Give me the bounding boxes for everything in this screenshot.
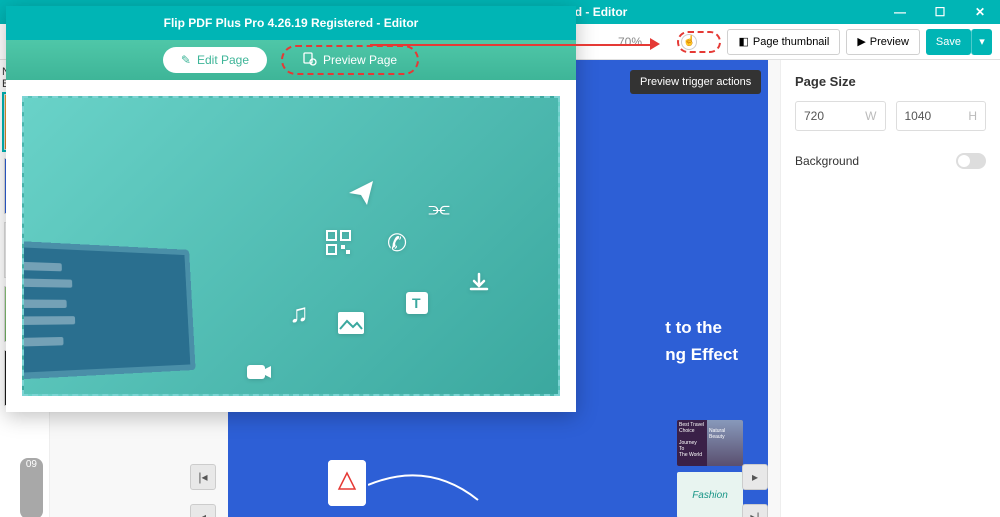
tab-preview-page[interactable]: Preview Page bbox=[281, 45, 419, 75]
width-unit: W bbox=[865, 109, 876, 123]
page-height-input[interactable]: 1040 H bbox=[896, 101, 987, 131]
laptop-illustration bbox=[22, 244, 264, 396]
fashion-label: Fashion bbox=[692, 490, 728, 501]
last-page-button[interactable]: ▸| bbox=[742, 504, 768, 517]
preview-popup: Flip PDF Plus Pro 4.26.19 Registered - E… bbox=[6, 6, 576, 412]
page-heading: t to the ng Effect bbox=[665, 314, 738, 368]
image-icon bbox=[336, 308, 366, 338]
save-dropdown[interactable]: ▾ bbox=[971, 29, 992, 55]
heading-line-1: t to the bbox=[665, 314, 738, 341]
preview-button[interactable]: ▶ Preview bbox=[846, 29, 920, 55]
sample-book-cover-2: Fashion bbox=[677, 472, 743, 517]
preview-label: Preview bbox=[870, 36, 909, 48]
page-thumbnail-button[interactable]: ◧ Page thumbnail bbox=[727, 29, 840, 55]
edit-icon: ✎ bbox=[181, 53, 191, 67]
background-label: Background bbox=[795, 154, 859, 168]
qrcode-icon bbox=[324, 228, 354, 258]
annotation-arrow-head bbox=[650, 38, 660, 50]
page-width-input[interactable]: 720 W bbox=[795, 101, 886, 131]
save-label: Save bbox=[936, 36, 961, 48]
edit-tab-label: Edit Page bbox=[197, 53, 249, 67]
text-icon: T bbox=[402, 288, 432, 318]
page-thumbnail-label: Page thumbnail bbox=[753, 36, 829, 48]
annotation-arrow-line bbox=[370, 44, 655, 46]
maximize-button[interactable]: ☐ bbox=[920, 0, 960, 24]
next-page-button[interactable]: ▸ bbox=[742, 464, 768, 490]
properties-panel: Page Size 720 W 1040 H Background bbox=[780, 60, 1000, 517]
link-icon: ⫘ bbox=[424, 194, 454, 224]
popup-tab-strip: ✎ Edit Page Preview Page bbox=[6, 40, 576, 80]
preview-trigger-toggle[interactable]: ☝ bbox=[677, 31, 721, 53]
width-value: 720 bbox=[804, 109, 824, 123]
page-number-badge: 09 bbox=[20, 458, 43, 517]
video-icon bbox=[244, 358, 274, 388]
height-unit: H bbox=[968, 109, 977, 123]
preview-page-content: ♫ ✆ T ⫘ bbox=[22, 96, 560, 396]
preview-trigger-tooltip: Preview trigger actions bbox=[630, 70, 761, 94]
zoom-level: 70% bbox=[618, 35, 642, 49]
save-button[interactable]: Save bbox=[926, 29, 971, 55]
close-button[interactable]: ✕ bbox=[960, 0, 1000, 24]
chevron-down-icon: ▾ bbox=[979, 35, 985, 48]
preview-tab-label: Preview Page bbox=[323, 53, 397, 67]
height-value: 1040 bbox=[905, 109, 932, 123]
touch-icon: ☝ bbox=[681, 34, 697, 50]
music-icon: ♫ bbox=[284, 298, 314, 328]
preview-page-icon bbox=[303, 52, 317, 69]
heading-line-2: ng Effect bbox=[665, 341, 738, 368]
svg-text:T: T bbox=[412, 295, 421, 311]
page-size-title: Page Size bbox=[795, 74, 986, 89]
first-page-button[interactable]: |◂ bbox=[190, 464, 216, 490]
play-icon: ▶ bbox=[857, 35, 865, 48]
download-icon bbox=[464, 268, 494, 298]
popup-titlebar: Flip PDF Plus Pro 4.26.19 Registered - E… bbox=[6, 6, 576, 40]
camera-icon: ◧ bbox=[738, 35, 748, 48]
minimize-button[interactable]: — bbox=[880, 0, 920, 24]
pdf-icon bbox=[328, 460, 366, 506]
background-toggle[interactable] bbox=[956, 153, 986, 169]
tab-edit-page[interactable]: ✎ Edit Page bbox=[163, 47, 267, 73]
send-icon bbox=[346, 178, 376, 208]
popup-title: Flip PDF Plus Pro 4.26.19 Registered - E… bbox=[164, 16, 419, 30]
sample-book-cover-1: Best TravelChoiceJourneyToThe World Natu… bbox=[677, 420, 743, 466]
phone-icon: ✆ bbox=[382, 228, 412, 258]
prev-page-button[interactable]: ◂ bbox=[190, 504, 216, 517]
